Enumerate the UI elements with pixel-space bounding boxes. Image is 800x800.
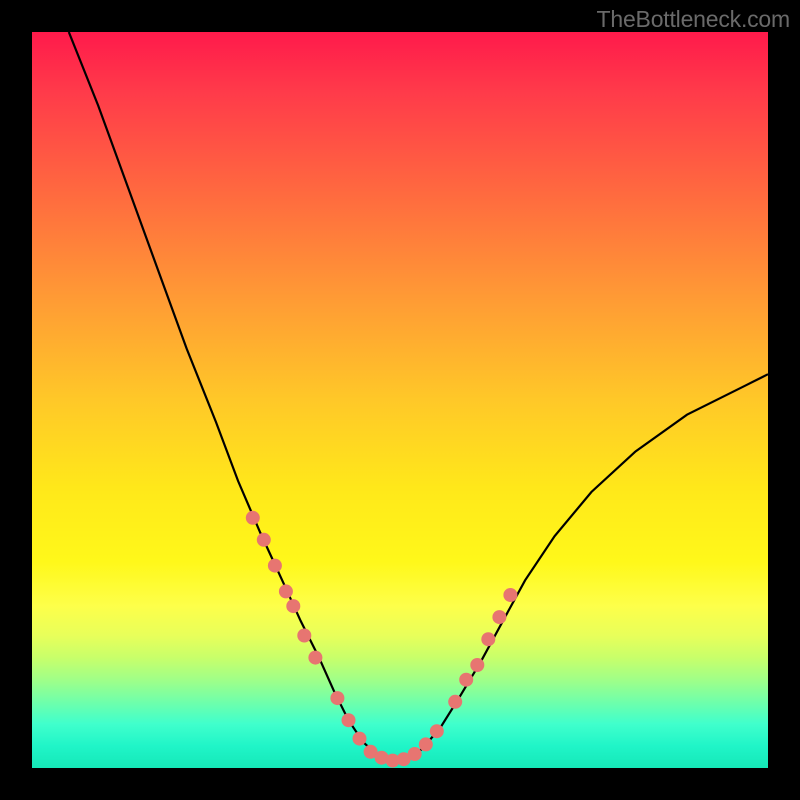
sample-dot xyxy=(492,610,506,624)
sample-dot xyxy=(430,724,444,738)
sample-dot xyxy=(342,713,356,727)
bottleneck-curve xyxy=(69,32,768,761)
chart-frame: TheBottleneck.com xyxy=(0,0,800,800)
sample-dot xyxy=(268,559,282,573)
sample-dot xyxy=(481,632,495,646)
sample-dot xyxy=(408,747,422,761)
sample-dot xyxy=(257,533,271,547)
sample-dot xyxy=(297,629,311,643)
sample-dot xyxy=(286,599,300,613)
plot-area xyxy=(32,32,768,768)
sample-dots-group xyxy=(246,511,518,768)
sample-dot xyxy=(503,588,517,602)
watermark-text: TheBottleneck.com xyxy=(597,6,790,33)
sample-dot xyxy=(459,673,473,687)
sample-dot xyxy=(470,658,484,672)
sample-dot xyxy=(419,737,433,751)
sample-dot xyxy=(308,651,322,665)
sample-dot xyxy=(279,584,293,598)
sample-dot xyxy=(353,732,367,746)
curve-layer xyxy=(32,32,768,768)
sample-dot xyxy=(246,511,260,525)
sample-dot xyxy=(330,691,344,705)
sample-dot xyxy=(448,695,462,709)
